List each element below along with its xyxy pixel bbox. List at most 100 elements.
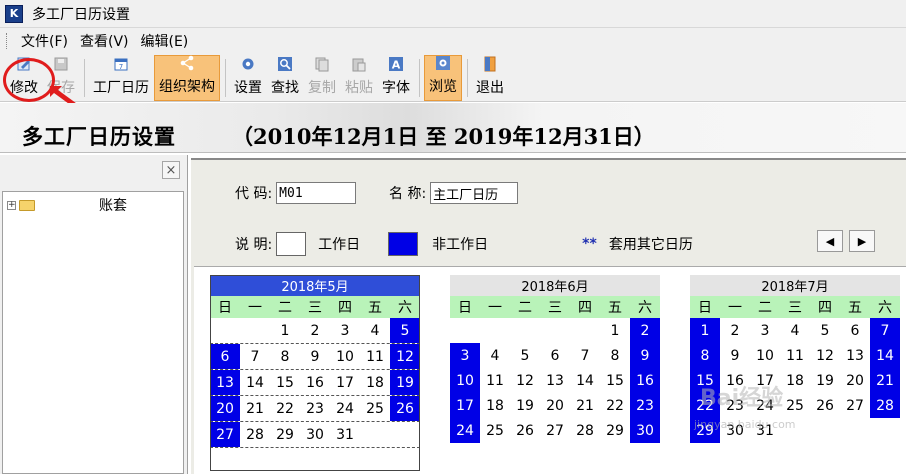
day-cell[interactable]: 9 — [720, 343, 750, 368]
day-cell[interactable]: 31 — [330, 422, 360, 447]
menu-view[interactable]: 查看(V) — [74, 31, 135, 51]
day-cell[interactable]: 15 — [270, 370, 300, 395]
day-cell[interactable]: 23 — [630, 393, 660, 418]
day-cell[interactable]: 11 — [480, 368, 510, 393]
day-cell[interactable]: 7 — [570, 343, 600, 368]
day-cell[interactable]: 16 — [300, 370, 330, 395]
day-cell[interactable]: 3 — [450, 343, 480, 368]
day-cell[interactable]: 28 — [870, 393, 900, 418]
day-cell[interactable]: 5 — [510, 343, 540, 368]
name-input[interactable]: 主工厂日历 — [430, 182, 519, 204]
day-cell[interactable]: 12 — [810, 343, 840, 368]
next-month-button[interactable]: ▶ — [849, 230, 875, 252]
day-cell[interactable]: 24 — [450, 418, 480, 443]
day-cell[interactable]: 11 — [360, 344, 390, 369]
close-panel-button[interactable]: × — [162, 161, 180, 179]
day-cell[interactable]: 19 — [810, 368, 840, 393]
day-cell[interactable]: 11 — [780, 343, 810, 368]
exit-button[interactable]: 退出 — [472, 55, 508, 101]
paste-button[interactable]: 粘贴 — [341, 55, 377, 101]
day-cell[interactable]: 19 — [390, 370, 420, 395]
day-cell[interactable]: 6 — [540, 343, 570, 368]
day-cell[interactable]: 7 — [870, 318, 900, 343]
day-cell[interactable]: 22 — [600, 393, 630, 418]
day-cell[interactable]: 5 — [390, 318, 420, 343]
day-cell[interactable]: 27 — [210, 422, 240, 447]
day-cell[interactable]: 21 — [570, 393, 600, 418]
day-cell[interactable]: 18 — [780, 368, 810, 393]
month-title[interactable]: 2018年6月 — [450, 275, 660, 296]
factory-calendar-button[interactable]: 7 工厂日历 — [89, 55, 153, 101]
day-cell[interactable]: 17 — [330, 370, 360, 395]
day-cell[interactable]: 23 — [300, 396, 330, 421]
day-cell[interactable]: 2 — [630, 318, 660, 343]
day-cell[interactable]: 10 — [750, 343, 780, 368]
day-cell[interactable]: 20 — [540, 393, 570, 418]
day-cell[interactable]: 25 — [360, 396, 390, 421]
month-title[interactable]: 2018年7月 — [690, 275, 900, 296]
day-cell[interactable]: 25 — [780, 393, 810, 418]
menu-edit[interactable]: 编辑(E) — [135, 31, 195, 51]
day-cell[interactable]: 6 — [210, 344, 240, 369]
day-cell[interactable]: 22 — [270, 396, 300, 421]
day-cell[interactable]: 8 — [690, 343, 720, 368]
day-cell[interactable]: 2 — [300, 318, 330, 343]
day-cell[interactable]: 26 — [810, 393, 840, 418]
day-cell[interactable]: 1 — [600, 318, 630, 343]
copy-button[interactable]: 复制 — [304, 55, 340, 101]
tree-node-root[interactable]: + 账套 — [7, 195, 127, 215]
day-cell[interactable]: 1 — [690, 318, 720, 343]
day-cell[interactable]: 4 — [480, 343, 510, 368]
day-cell[interactable]: 9 — [300, 344, 330, 369]
settings-button[interactable]: 设置 — [230, 55, 266, 101]
day-cell[interactable]: 29 — [600, 418, 630, 443]
day-cell[interactable]: 13 — [540, 368, 570, 393]
day-cell[interactable]: 20 — [210, 396, 240, 421]
day-cell[interactable]: 4 — [780, 318, 810, 343]
day-cell[interactable]: 27 — [840, 393, 870, 418]
day-cell[interactable]: 1 — [270, 318, 300, 343]
day-cell[interactable]: 30 — [300, 422, 330, 447]
day-cell[interactable]: 28 — [240, 422, 270, 447]
day-cell[interactable]: 18 — [480, 393, 510, 418]
menu-file[interactable]: 文件(F) — [15, 31, 74, 51]
day-cell[interactable]: 14 — [870, 343, 900, 368]
day-cell[interactable]: 12 — [390, 344, 420, 369]
day-cell[interactable]: 18 — [360, 370, 390, 395]
day-cell[interactable]: 28 — [570, 418, 600, 443]
day-cell[interactable]: 10 — [330, 344, 360, 369]
prev-month-button[interactable]: ◀ — [817, 230, 843, 252]
month-title[interactable]: 2018年5月 — [210, 275, 420, 296]
day-cell[interactable]: 24 — [330, 396, 360, 421]
day-cell[interactable]: 30 — [630, 418, 660, 443]
day-cell[interactable]: 29 — [270, 422, 300, 447]
org-structure-button[interactable]: 组织架构 — [154, 55, 220, 101]
day-cell[interactable]: 25 — [480, 418, 510, 443]
day-cell[interactable]: 16 — [630, 368, 660, 393]
day-cell[interactable]: 26 — [390, 396, 420, 421]
day-cell[interactable]: 8 — [270, 344, 300, 369]
day-cell[interactable]: 14 — [570, 368, 600, 393]
day-cell[interactable]: 17 — [450, 393, 480, 418]
day-cell[interactable]: 13 — [210, 370, 240, 395]
day-cell[interactable]: 10 — [450, 368, 480, 393]
browse-button[interactable]: 浏览 — [424, 55, 462, 101]
day-cell[interactable]: 15 — [600, 368, 630, 393]
day-cell[interactable]: 12 — [510, 368, 540, 393]
font-button[interactable]: A 字体 — [378, 55, 414, 101]
day-cell[interactable]: 4 — [360, 318, 390, 343]
find-button[interactable]: 查找 — [267, 55, 303, 101]
expand-icon[interactable]: + — [7, 200, 16, 210]
day-cell[interactable]: 21 — [240, 396, 270, 421]
day-cell[interactable]: 14 — [240, 370, 270, 395]
day-cell[interactable]: 6 — [840, 318, 870, 343]
day-cell[interactable]: 19 — [510, 393, 540, 418]
day-cell[interactable]: 9 — [630, 343, 660, 368]
day-cell[interactable]: 13 — [840, 343, 870, 368]
code-input[interactable]: M01 — [276, 182, 357, 204]
day-cell[interactable]: 2 — [720, 318, 750, 343]
day-cell[interactable]: 7 — [240, 344, 270, 369]
day-cell[interactable]: 21 — [870, 368, 900, 393]
day-cell[interactable]: 8 — [600, 343, 630, 368]
day-cell[interactable]: 3 — [750, 318, 780, 343]
